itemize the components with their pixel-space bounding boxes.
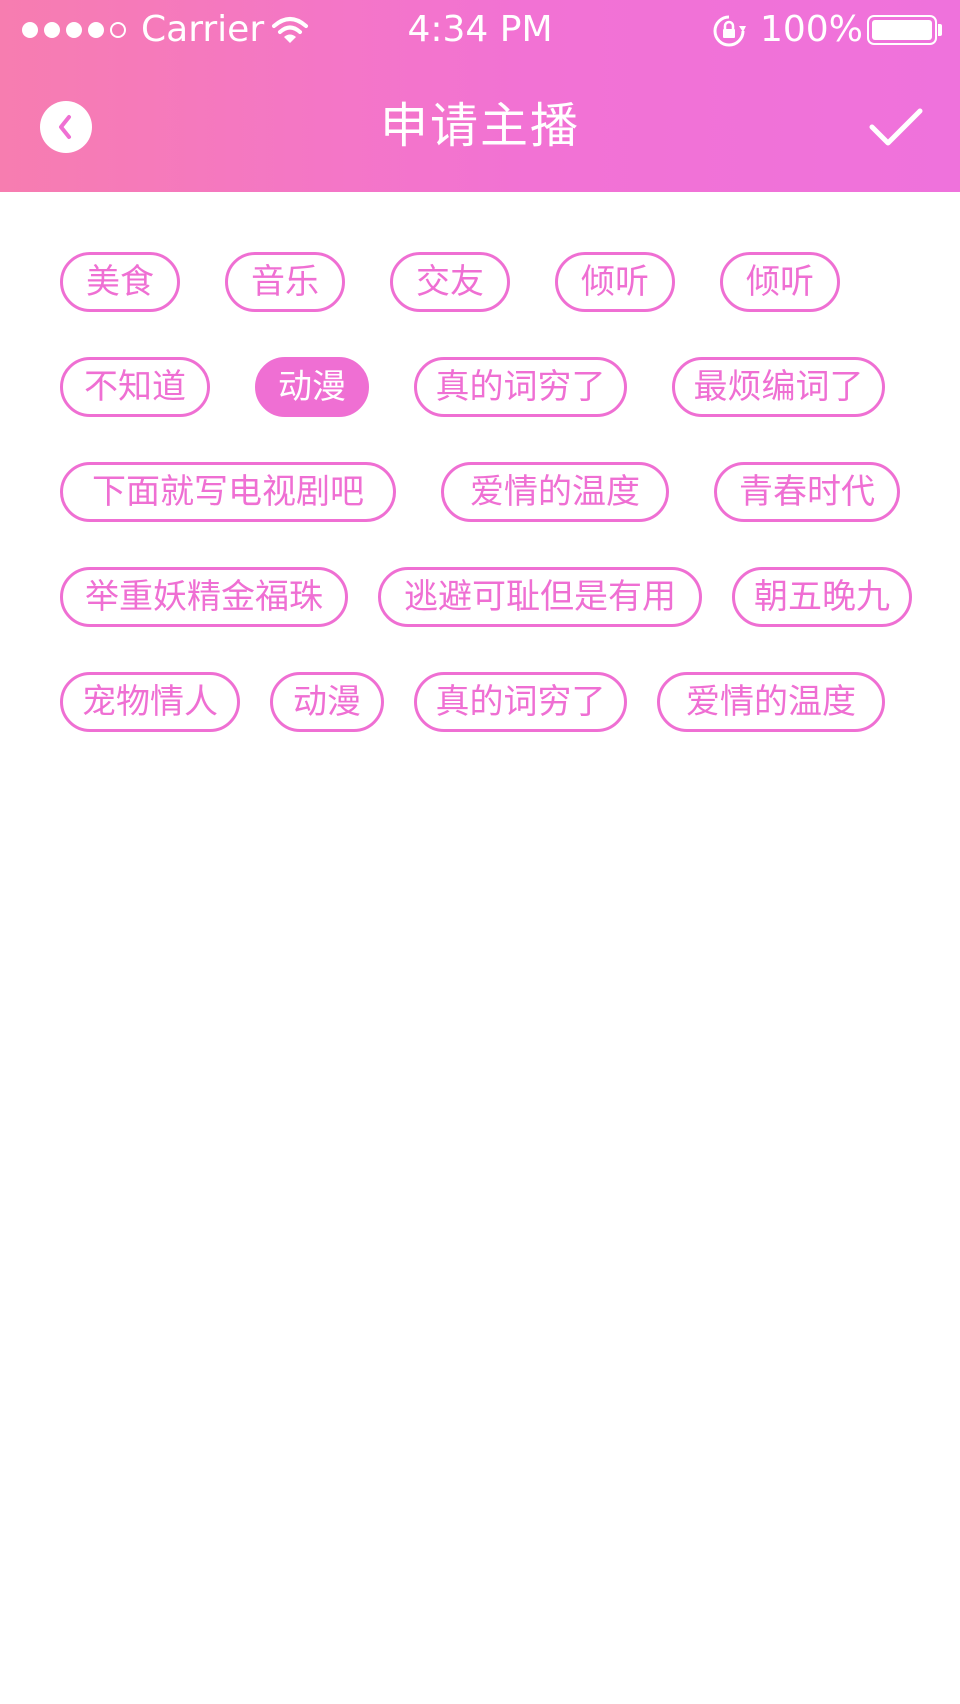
tag-chip[interactable]: 真的词穷了 xyxy=(414,672,627,732)
tag-chip[interactable]: 倾听 xyxy=(555,252,675,312)
tag-chip[interactable]: 音乐 xyxy=(225,252,345,312)
tag-chip[interactable]: 下面就写电视剧吧 xyxy=(60,462,396,522)
tag-chip[interactable]: 美食 xyxy=(60,252,180,312)
tag-chip[interactable]: 爱情的温度 xyxy=(441,462,669,522)
tag-chip[interactable]: 逃避可耻但是有用 xyxy=(378,567,702,627)
tag-chip[interactable]: 不知道 xyxy=(60,357,210,417)
tag-chip[interactable]: 真的词穷了 xyxy=(414,357,627,417)
tag-chip[interactable]: 最烦编词了 xyxy=(672,357,885,417)
tag-chip[interactable]: 举重妖精金福珠 xyxy=(60,567,348,627)
tag-chip[interactable]: 倾听 xyxy=(720,252,840,312)
tag-chip[interactable]: 朝五晚九 xyxy=(732,567,912,627)
tag-chip[interactable]: 爱情的温度 xyxy=(657,672,885,732)
tag-chip-selected[interactable]: 动漫 xyxy=(255,357,369,417)
tag-chip[interactable]: 动漫 xyxy=(270,672,384,732)
tag-chip[interactable]: 宠物情人 xyxy=(60,672,240,732)
interest-tags: 美食 音乐 交友 倾听 倾听 不知道 动漫 真的词穷了 最烦编词了 下面就写电视… xyxy=(0,0,960,1704)
tag-chip[interactable]: 交友 xyxy=(390,252,510,312)
tag-chip[interactable]: 青春时代 xyxy=(714,462,900,522)
